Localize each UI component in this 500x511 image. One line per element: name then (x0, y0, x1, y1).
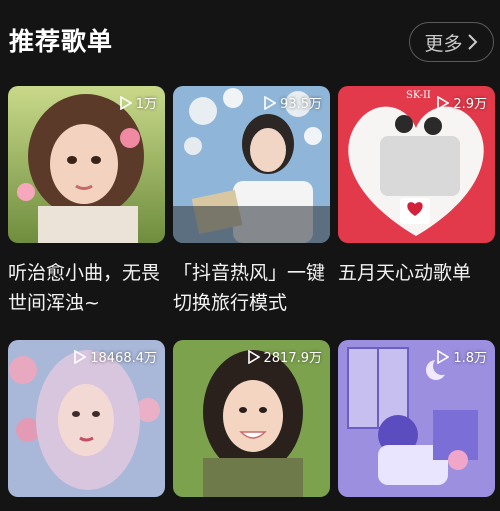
play-icon (74, 349, 87, 364)
playlist-card-2[interactable]: 93.5万 (173, 86, 330, 243)
play-icon (437, 349, 450, 364)
play-icon (119, 95, 132, 110)
section-title: 推荐歌单 (9, 27, 114, 56)
playlist-card-1[interactable]: 1万 (8, 86, 165, 243)
playlist-card-3[interactable]: 2.9万 SK-II (338, 86, 495, 243)
play-count-1: 1万 (119, 93, 157, 112)
play-icon (247, 349, 260, 364)
playlist-title-3[interactable]: 五月天心动歌单 (338, 258, 496, 288)
cover-brand-badge: SK-II (406, 90, 431, 101)
more-label: 更多 (424, 32, 463, 55)
playlist-title-1[interactable]: 听治愈小曲，无畏世间浑浊~ (8, 258, 166, 318)
play-count-6: 1.8万 (436, 347, 487, 366)
play-count-3: 2.9万 (436, 93, 487, 112)
play-icon (437, 95, 450, 110)
chevron-right-icon (467, 34, 477, 50)
play-icon (264, 95, 277, 110)
playlist-card-4[interactable]: 18468.4万 (8, 340, 165, 497)
play-count-2: 93.5万 (263, 93, 322, 112)
playlist-card-5[interactable]: 2817.9万 (173, 340, 330, 497)
play-count-5: 2817.9万 (247, 347, 322, 366)
playlist-title-2[interactable]: 「抖音热风」一键切换旅行模式 (173, 258, 331, 318)
playlist-card-6[interactable]: 1.8万 (338, 340, 495, 497)
more-button[interactable]: 更多 (409, 22, 494, 62)
play-count-4: 18468.4万 (73, 347, 157, 366)
